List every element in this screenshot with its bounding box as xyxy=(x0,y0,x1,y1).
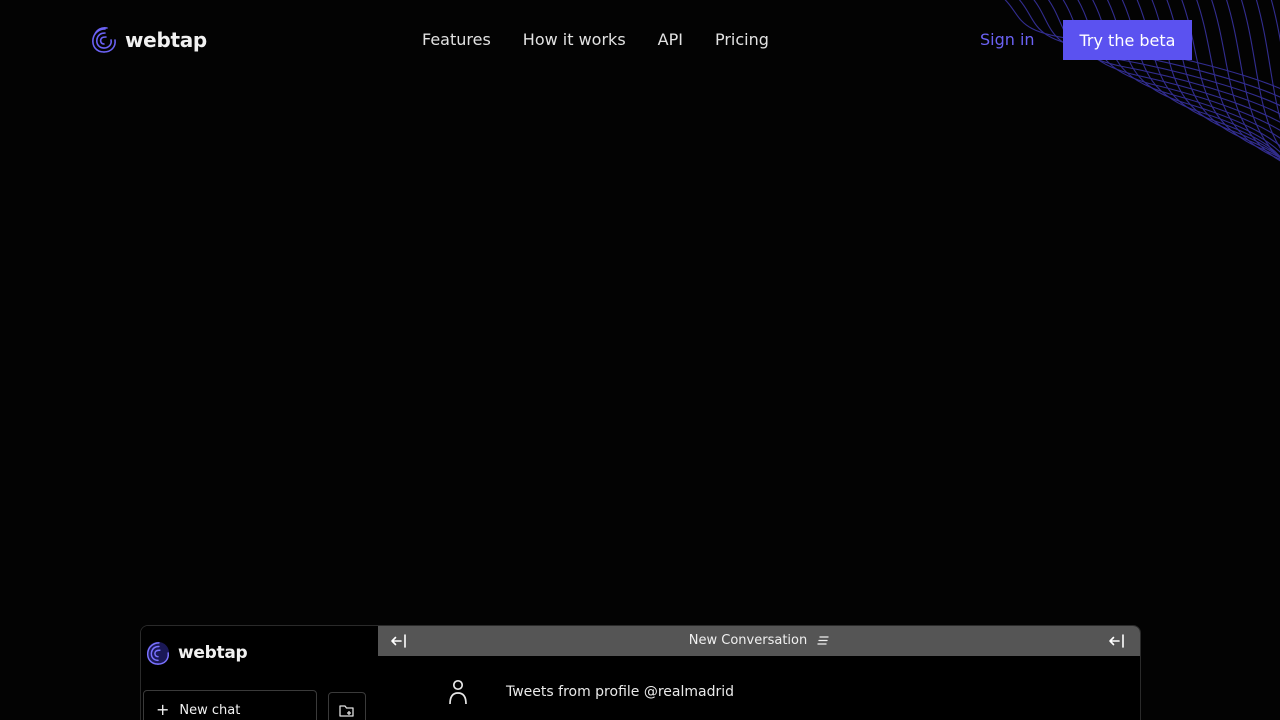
preview-brand-name: webtap xyxy=(178,643,248,663)
nav-pricing[interactable]: Pricing xyxy=(715,30,769,50)
brand-logo-link[interactable]: webtap xyxy=(91,26,207,54)
try-beta-button[interactable]: Try the beta xyxy=(1063,20,1192,60)
user-icon xyxy=(449,679,467,705)
nav-features[interactable]: Features xyxy=(422,30,491,50)
brand-name: webtap xyxy=(125,28,207,52)
collapse-panel-button[interactable] xyxy=(1106,631,1128,651)
nav-api[interactable]: API xyxy=(658,30,683,50)
nav-how-it-works[interactable]: How it works xyxy=(523,30,626,50)
conversation-title-text: New Conversation xyxy=(688,633,808,648)
conversation-title: New Conversation xyxy=(378,633,1140,648)
sign-in-link[interactable]: Sign in xyxy=(980,30,1035,50)
new-folder-button[interactable] xyxy=(328,692,366,720)
conversation-topbar: New Conversation xyxy=(378,626,1140,656)
swirl-logo-icon xyxy=(146,641,170,665)
preview-sidebar: webtap + New chat xyxy=(141,626,377,720)
new-chat-button[interactable]: + New chat xyxy=(143,690,317,720)
user-message-text: Tweets from profile @realmadrid xyxy=(506,684,735,700)
plus-icon: + xyxy=(156,700,170,719)
app-preview: webtap + New chat New Conversation Tweet… xyxy=(140,625,1141,720)
main-nav: Features How it works API Pricing xyxy=(422,30,801,50)
folder-plus-icon xyxy=(339,705,354,717)
menu-lines-icon[interactable] xyxy=(817,635,829,646)
swirl-logo-icon xyxy=(92,27,116,53)
landing-page: webtap Features How it works API Pricing… xyxy=(0,0,1280,720)
site-header: webtap Features How it works API Pricing… xyxy=(0,0,1280,80)
collapse-left-icon xyxy=(1109,634,1124,648)
preview-main: New Conversation Tweets from profile @re… xyxy=(378,626,1140,720)
user-message: Tweets from profile @realmadrid xyxy=(448,679,734,705)
preview-brand: webtap xyxy=(146,640,248,666)
new-chat-label: New chat xyxy=(179,702,241,718)
